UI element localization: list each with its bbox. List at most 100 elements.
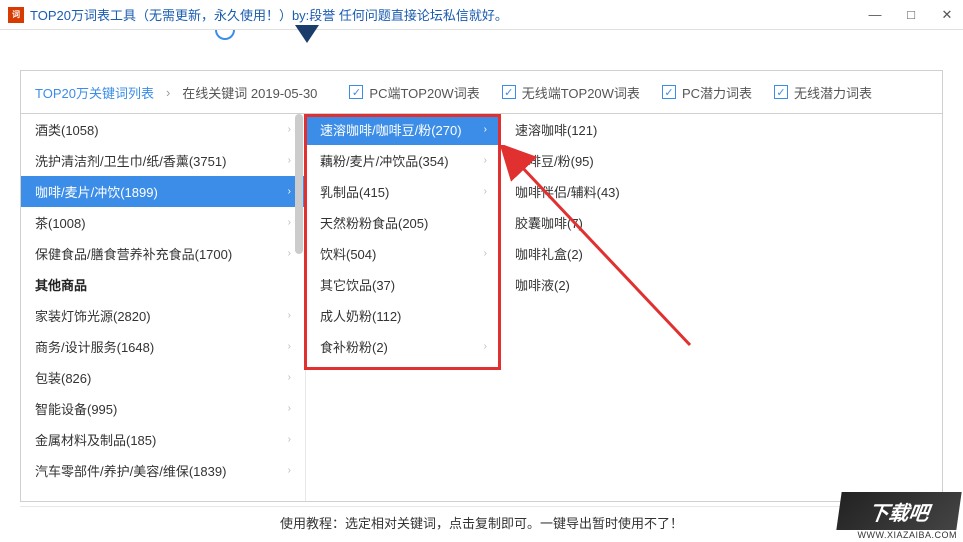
item-label: 汽车零部件/养护/美容/维保(1839) (35, 461, 226, 480)
checkbox-pc-top20w[interactable]: ✓ PC端TOP20W词表 (349, 83, 479, 102)
item-label: 咖啡伴侣/辅料(43) (515, 182, 620, 201)
chevron-right-icon: › (484, 248, 487, 259)
item-label: 咖啡/麦片/冲饮(1899) (35, 182, 158, 201)
chevron-right-icon: › (288, 434, 291, 445)
category-item[interactable]: 速溶咖啡(121) (501, 114, 701, 145)
category-item[interactable]: 智能设备(995) › (21, 393, 305, 424)
item-label: 咖啡礼盒(2) (515, 244, 583, 263)
category-item[interactable]: 金属材料及制品(185) › (21, 424, 305, 455)
item-label: 家装灯饰光源(2820) (35, 306, 151, 325)
checkbox-wireless-top20w[interactable]: ✓ 无线端TOP20W词表 (502, 83, 640, 102)
chevron-right-icon: › (288, 186, 291, 197)
check-icon: ✓ (662, 85, 676, 99)
titlebar: 词 TOP20万词表工具（无需更新，永久使用！）by:段誉 任何问题直接论坛私信… (0, 0, 963, 30)
category-column-3: 速溶咖啡(121) 咖啡豆/粉(95) 咖啡伴侣/辅料(43) 胶囊咖啡(7) 咖啡礼盒… (501, 114, 701, 501)
category-item[interactable]: 其它饮品(37) (306, 269, 501, 300)
watermark: 下载吧 WWW.XIAZAIBA.COM (833, 487, 963, 542)
category-item[interactable]: 乳制品(415) › (306, 176, 501, 207)
maximize-button[interactable]: □ (903, 7, 919, 23)
checkbox-label: 无线潜力词表 (794, 83, 872, 102)
checkbox-wireless-potential[interactable]: ✓ 无线潜力词表 (774, 83, 872, 102)
chevron-right-icon: › (484, 341, 487, 352)
chevron-right-icon: › (484, 186, 487, 197)
window-controls: — □ ✕ (867, 7, 955, 23)
chevron-right-icon: › (288, 124, 291, 135)
item-label: 包装(826) (35, 368, 91, 387)
chevron-right-icon: › (288, 341, 291, 352)
category-header: 其他商品 (21, 269, 305, 300)
category-item[interactable]: 家装灯饰光源(2820) › (21, 300, 305, 331)
category-item[interactable]: 天然粉粉食品(205) (306, 207, 501, 238)
category-item[interactable]: 咖啡/麦片/冲饮(1899) › (21, 176, 305, 207)
category-item[interactable]: 咖啡液(2) (501, 269, 701, 300)
category-item[interactable]: 速溶咖啡/咖啡豆/粉(270) › (306, 114, 501, 145)
chevron-right-icon: › (484, 124, 487, 135)
check-icon: ✓ (349, 85, 363, 99)
footer-text: 使用教程：选定相对关键词，点击复制即可。一键导出暂时使用不了！ (20, 506, 943, 538)
breadcrumb-current: 在线关键词 2019-05-30 (182, 83, 317, 102)
category-item[interactable]: 茶(1008) › (21, 207, 305, 238)
category-item[interactable]: 酒类(1058)› (21, 114, 305, 145)
app-icon: 词 (8, 7, 24, 23)
category-item[interactable]: 饮料(504) › (306, 238, 501, 269)
category-item[interactable]: 食补粉粉(2) › (306, 331, 501, 362)
item-label: 饮料(504) (320, 244, 376, 263)
breadcrumb-root[interactable]: TOP20万关键词列表 (35, 83, 154, 102)
category-item[interactable]: 洗护清洁剂/卫生巾/纸/香薰(3751) › (21, 145, 305, 176)
checkbox-pc-potential[interactable]: ✓ PC潜力词表 (662, 83, 752, 102)
toolbar: TOP20万关键词列表 › 在线关键词 2019-05-30 ✓ PC端TOP20… (20, 70, 943, 114)
category-item[interactable]: 汽车零部件/养护/美容/维保(1839) › (21, 455, 305, 486)
item-label: 咖啡豆/粉(95) (515, 151, 594, 170)
banner-decor (0, 30, 963, 70)
item-label: 食补粉粉(2) (320, 337, 388, 356)
item-label: 天然粉粉食品(205) (320, 213, 428, 232)
checkbox-label: 无线端TOP20W词表 (522, 83, 640, 102)
category-item[interactable]: 咖啡礼盒(2) (501, 238, 701, 269)
window-title: TOP20万词表工具（无需更新，永久使用！）by:段誉 任何问题直接论坛私信就好… (30, 5, 867, 24)
checkbox-label: PC端TOP20W词表 (369, 83, 479, 102)
item-label: 咖啡液(2) (515, 275, 570, 294)
category-item[interactable]: 胶囊咖啡(7) (501, 207, 701, 238)
category-item[interactable]: 咖啡伴侣/辅料(43) (501, 176, 701, 207)
category-column-2: 速溶咖啡/咖啡豆/粉(270) › 藕粉/麦片/冲饮品(354) › 乳制品(415) ›… (306, 114, 501, 501)
item-label: 速溶咖啡(121) (515, 120, 597, 139)
close-button[interactable]: ✕ (939, 7, 955, 23)
category-item[interactable]: 藕粉/麦片/冲饮品(354) › (306, 145, 501, 176)
check-icon: ✓ (502, 85, 516, 99)
chevron-right-icon: › (288, 248, 291, 259)
chevron-right-icon: › (288, 465, 291, 476)
category-columns: 酒类(1058)›洗护清洁剂/卫生巾/纸/香薰(3751)›咖啡/麦片/冲饮(1… (20, 114, 943, 502)
category-item[interactable]: 包装(826) › (21, 362, 305, 393)
chevron-right-icon: › (484, 155, 487, 166)
item-label: 乳制品(415) (320, 182, 389, 201)
item-label: 胶囊咖啡(7) (515, 213, 583, 232)
chevron-right-icon: › (288, 403, 291, 414)
chevron-right-icon: › (288, 155, 291, 166)
check-icon: ✓ (774, 85, 788, 99)
item-label: 速溶咖啡/咖啡豆/粉(270) (320, 120, 462, 139)
breadcrumb-sep: › (166, 85, 170, 100)
chevron-right-icon: › (288, 217, 291, 228)
item-label: 其它饮品(37) (320, 275, 395, 294)
category-item[interactable]: 咖啡豆/粉(95) (501, 145, 701, 176)
checkbox-label: PC潜力词表 (682, 83, 752, 102)
category-column-1: 酒类(1058)›洗护清洁剂/卫生巾/纸/香薰(3751)›咖啡/麦片/冲饮(1… (21, 114, 306, 501)
item-label: 金属材料及制品(185) (35, 430, 156, 449)
category-item[interactable]: 保健食品/膳食营养补充食品(1700) › (21, 238, 305, 269)
item-label: 保健食品/膳食营养补充食品(1700) (35, 244, 232, 263)
category-item[interactable]: 成人奶粉(112) (306, 300, 501, 331)
watermark-logo: 下载吧 (836, 492, 961, 530)
item-label: 其他商品 (35, 275, 87, 294)
scrollbar[interactable] (295, 114, 303, 501)
minimize-button[interactable]: — (867, 7, 883, 23)
item-label: 茶(1008) (35, 213, 86, 232)
category-item[interactable]: 商务/设计服务(1648) › (21, 331, 305, 362)
item-label: 藕粉/麦片/冲饮品(354) (320, 151, 449, 170)
item-label: 成人奶粉(112) (320, 306, 401, 325)
chevron-right-icon: › (288, 372, 291, 383)
item-label: 智能设备(995) (35, 399, 117, 418)
item-label: 洗护清洁剂/卫生巾/纸/香薰(3751) (35, 151, 226, 170)
chevron-right-icon: › (288, 310, 291, 321)
item-label: 商务/设计服务(1648) (35, 337, 154, 356)
watermark-url: WWW.XIAZAIBA.COM (858, 530, 958, 540)
